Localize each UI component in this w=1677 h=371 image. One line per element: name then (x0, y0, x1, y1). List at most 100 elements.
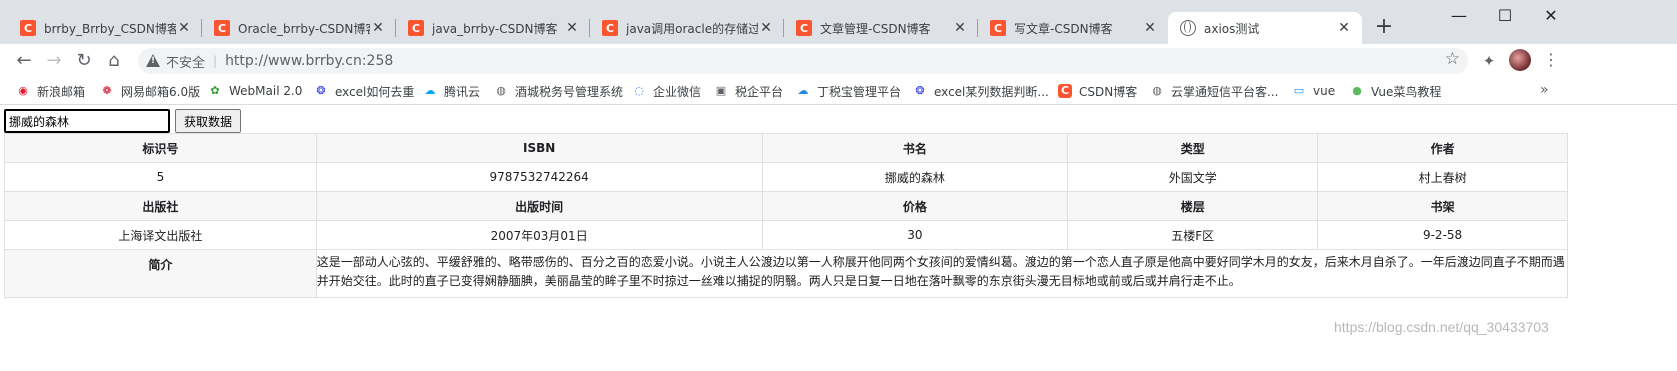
baidu-paw-icon: ❂ (915, 84, 925, 97)
table-cell: 挪威的森林 (761, 162, 1069, 192)
close-icon[interactable]: ✕ (1142, 20, 1158, 36)
baidu-paw-icon: ❂ (316, 84, 326, 97)
tab-title: 文章管理-CSDN博客 (820, 21, 931, 36)
summary-row: 简介 这是一部动人心弦的、平缓舒雅的、略带感伤的、百分之百的恋爱小说。小说主人公… (4, 249, 1569, 298)
close-icon[interactable]: ✕ (758, 20, 774, 36)
summary-label: 简介 (4, 249, 317, 298)
url-text[interactable]: http://www.brrby.cn:258 (225, 53, 393, 69)
table-header-row: 标识号 ISBN 书名 类型 作者 (4, 133, 1568, 163)
fetch-data-button[interactable]: 获取数据 (175, 109, 241, 133)
tab-title: 写文章-CSDN博客 (1014, 21, 1113, 36)
warning-icon[interactable] (146, 54, 160, 68)
table-row: 上海译文出版社 2007年03月01日 30 五楼F区 9-2-58 (4, 220, 1568, 250)
bookmark-item[interactable]: C CSDN博客 (1058, 82, 1137, 100)
tv-icon: ▭ (1293, 84, 1305, 97)
table-cell: 外国文学 (1067, 162, 1319, 192)
csdn-icon: C (602, 20, 618, 36)
csdn-icon: C (1058, 84, 1072, 98)
browser-tab-active[interactable]: axios测试 ✕ (1168, 12, 1362, 44)
book-info-table: 标识号 ISBN 书名 类型 作者 5 9787532742264 挪威的森林 … (4, 133, 1569, 298)
bookmark-item[interactable]: ☁ 丁税宝管理平台 (796, 82, 902, 100)
browser-tab[interactable]: C Oracle_brrby-CSDN博客 ✕ (202, 12, 396, 44)
watermark: https://blog.csdn.net/qq_30433703 (1334, 319, 1549, 335)
table-header: 书架 (1317, 191, 1568, 221)
table-cell: 9-2-58 (1317, 220, 1568, 250)
netease-icon: ❁ (102, 84, 112, 97)
table-header-row: 出版社 出版时间 价格 楼层 书架 (4, 191, 1568, 221)
table-header: 出版时间 (315, 191, 763, 221)
home-button[interactable]: ⌂ (102, 49, 126, 73)
table-header: 书名 (761, 133, 1069, 163)
cloud-icon: ☁ (797, 84, 809, 97)
browser-tab[interactable]: C java_brrby-CSDN博客 ✕ (396, 12, 590, 44)
cloud-icon: ☁ (424, 84, 436, 97)
globe-icon (1180, 20, 1196, 36)
tab-title: axios测试 (1204, 21, 1260, 36)
address-bar[interactable]: 不安全 | http://www.brrby.cn:258 ☆ (138, 48, 1468, 74)
table-cell: 30 (761, 220, 1069, 250)
bookmark-item[interactable]: ◍ 云掌通短信平台客... (1150, 82, 1278, 100)
table-cell: 2007年03月01日 (315, 220, 763, 250)
table-header: 类型 (1067, 133, 1319, 163)
new-tab-button[interactable]: + (1372, 16, 1396, 40)
page-content: 获取数据 标识号 ISBN 书名 类型 作者 5 9787532742264 挪… (0, 105, 1677, 371)
close-icon[interactable]: ✕ (370, 20, 386, 36)
reload-button[interactable]: ↻ (72, 49, 96, 73)
maximize-button[interactable]: ☐ (1482, 6, 1528, 30)
bookmarks-bar: ◉ 新浪邮箱 ❁ 网易邮箱6.0版 ✿ WebMail 2.0 ❂ excel如何去重 … (0, 78, 1677, 104)
avatar[interactable] (1509, 49, 1531, 71)
bookmark-item[interactable]: ❂ excel如何去重 (314, 82, 414, 100)
globe-icon: ◍ (1152, 84, 1162, 97)
leaf-icon: ✿ (210, 84, 220, 97)
security-label[interactable]: 不安全 (166, 52, 205, 71)
image-icon: ▣ (715, 84, 727, 97)
table-header: 标识号 (4, 133, 317, 163)
bookmark-item[interactable]: ❂ excel某列数据判断... (913, 82, 1048, 100)
browser-tab[interactable]: C 写文章-CSDN博客 ✕ (978, 12, 1168, 44)
close-window-button[interactable]: ✕ (1528, 6, 1574, 30)
chevron-right-icon[interactable]: » (1540, 82, 1549, 98)
csdn-icon: C (408, 20, 424, 36)
bookmark-item[interactable]: ☁ 腾讯云 (423, 82, 481, 100)
table-header: ISBN (315, 133, 763, 163)
table-cell: 9787532742264 (315, 162, 763, 192)
close-icon[interactable]: ✕ (952, 20, 968, 36)
table-header: 出版社 (4, 191, 317, 221)
table-header: 价格 (761, 191, 1069, 221)
bookmark-item[interactable]: ● Vue菜鸟教程 (1350, 82, 1441, 100)
tab-title: Oracle_brrby-CSDN博客 (238, 21, 370, 36)
book-search-input[interactable] (4, 109, 170, 133)
table-cell: 5 (4, 162, 317, 192)
close-icon[interactable]: ✕ (564, 20, 580, 36)
extensions-icon[interactable]: ✦ (1479, 52, 1499, 72)
table-header: 楼层 (1067, 191, 1319, 221)
minimize-button[interactable]: — (1436, 6, 1482, 30)
tab-strip: C brrby_Brrby_CSDN博客-js ✕ C Oracle_brrby… (0, 0, 1677, 44)
summary-text: 这是一部动人心弦的、平缓舒雅的、略带感伤的、百分之百的恋爱小说。小说主人公渡边以… (315, 249, 1569, 298)
bookmark-item[interactable]: ✿ WebMail 2.0 (208, 82, 302, 100)
bookmark-star-icon[interactable]: ☆ (1445, 49, 1460, 69)
browser-tab[interactable]: C java调用oracle的存储过程 ✕ (590, 12, 784, 44)
browser-tab[interactable]: C brrby_Brrby_CSDN博客-js ✕ (8, 12, 202, 44)
back-button[interactable]: ← (12, 49, 36, 73)
table-header: 作者 (1317, 133, 1568, 163)
weibo-icon: ◉ (18, 84, 28, 97)
csdn-icon: C (214, 20, 230, 36)
tab-title: java调用oracle的存储过程 (626, 21, 758, 36)
bookmark-item[interactable]: ❁ 网易邮箱6.0版 (100, 82, 200, 100)
menu-icon[interactable]: ⋮ (1543, 50, 1559, 69)
close-icon[interactable]: ✕ (176, 20, 192, 36)
csdn-icon: C (796, 20, 812, 36)
bookmark-item[interactable]: ▭ vue (1292, 82, 1335, 100)
close-icon[interactable]: ✕ (1336, 20, 1352, 36)
table-cell: 五楼F区 (1067, 220, 1319, 250)
forward-button[interactable]: → (42, 49, 66, 73)
bookmark-item[interactable]: ▣ 税企平台 (714, 82, 783, 100)
bookmark-item[interactable]: ◉ 新浪邮箱 (16, 82, 85, 100)
table-row: 5 9787532742264 挪威的森林 外国文学 村上春树 (4, 162, 1568, 192)
browser-tab[interactable]: C 文章管理-CSDN博客 ✕ (784, 12, 978, 44)
browser-toolbar: ← → ↻ ⌂ 不安全 | http://www.brrby.cn:258 ☆ … (0, 44, 1677, 78)
bookmark-item[interactable]: ◌ 企业微信 (632, 82, 701, 100)
csdn-icon: C (20, 20, 36, 36)
bookmark-item[interactable]: ◍ 酒城税务号管理系统 (494, 82, 623, 100)
